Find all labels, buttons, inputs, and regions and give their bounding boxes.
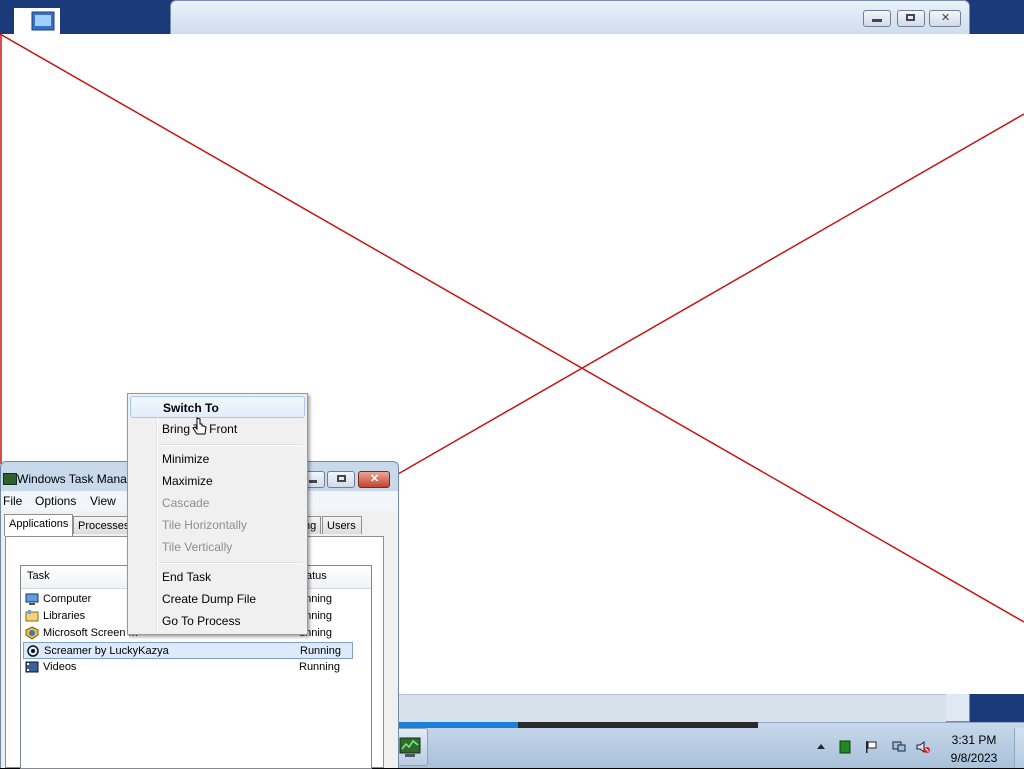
minimize-icon: [872, 19, 882, 22]
close-icon: ✕: [370, 473, 380, 485]
menu-item-bring-to-front[interactable]: Bring To Front: [130, 418, 305, 440]
system-tray: [812, 736, 942, 760]
minimize-icon: [309, 480, 317, 483]
task-name: Computer: [43, 593, 92, 605]
computer-icon: [25, 593, 39, 605]
libraries-icon: [25, 610, 39, 622]
menu-item-label: Minimize: [162, 452, 210, 466]
window-title: Windows Task Mana: [17, 472, 127, 486]
videos-icon: [25, 661, 39, 673]
task-name: Videos: [43, 661, 77, 673]
tab-processes[interactable]: Processes: [73, 516, 131, 534]
menu-item-label: Create Dump File: [162, 592, 257, 606]
menu-item-label: End Task: [162, 570, 212, 584]
column-header-status[interactable]: atus: [306, 570, 327, 582]
tm-close-button[interactable]: ✕: [358, 471, 390, 488]
volume-muted-icon[interactable]: [916, 740, 930, 754]
menu-item-label: Cascade: [162, 496, 210, 510]
diagonal-line-up: [397, 113, 1024, 475]
clock-date[interactable]: 9/8/2023: [944, 751, 1004, 765]
menu-item-switch-to[interactable]: Switch To: [130, 396, 305, 418]
tab-applications[interactable]: Applications: [4, 514, 73, 536]
menu-item-label: Tile Vertically: [162, 540, 233, 554]
menu-item-label: Maximize: [162, 474, 213, 488]
minimize-button[interactable]: [863, 10, 891, 27]
menu-item-label: Tile Horizontally: [162, 518, 247, 532]
restore-icon: [337, 475, 346, 482]
menu-item-cascade: Cascade: [130, 492, 305, 514]
screen-magnifier-icon: [25, 626, 39, 640]
restore-button[interactable]: [897, 10, 925, 27]
tab-users[interactable]: Users: [322, 516, 362, 534]
list-item-selected[interactable]: Screamer by LuckyKazya Running: [23, 642, 353, 659]
menu-item-tile-vertically: Tile Vertically: [130, 536, 305, 558]
taskbar-shadow: [518, 722, 758, 728]
screamer-icon: [27, 645, 39, 657]
show-hidden-icons-icon[interactable]: [814, 740, 828, 754]
menu-view[interactable]: View: [90, 494, 116, 508]
clock-time[interactable]: 3:31 PM: [944, 733, 1004, 747]
menu-separator: [158, 444, 303, 446]
task-name: Screamer by LuckyKazya: [44, 645, 169, 657]
screamer-window-bottom: [398, 694, 946, 722]
close-button[interactable]: ✕: [929, 10, 961, 27]
column-header-task[interactable]: Task: [27, 570, 50, 582]
menu-item-end-task[interactable]: End Task: [130, 566, 305, 588]
tm-restore-button[interactable]: [327, 471, 355, 488]
action-center-flag-icon[interactable]: [864, 740, 878, 754]
menu-options[interactable]: Options: [35, 494, 76, 508]
task-name: Microsoft Screen M: [43, 627, 138, 639]
menu-file[interactable]: File: [3, 494, 22, 508]
menu-item-maximize[interactable]: Maximize: [130, 470, 305, 492]
mouse-pointer-hand-icon: [192, 417, 207, 435]
network-icon[interactable]: [892, 740, 906, 754]
menu-item-tile-horizontally: Tile Horizontally: [130, 514, 305, 536]
menu-item-go-to-process[interactable]: Go To Process: [130, 610, 305, 632]
menu-item-create-dump-file[interactable]: Create Dump File: [130, 588, 305, 610]
task-status: Running: [299, 661, 340, 673]
context-menu: Switch To Bring To Front Minimize Maximi…: [127, 393, 308, 635]
list-item[interactable]: Videos Running: [23, 659, 353, 676]
menu-item-label: Switch To: [163, 401, 219, 415]
screamer-window-titlebar[interactable]: ✕: [171, 1, 969, 35]
close-icon: ✕: [941, 12, 951, 24]
network-activity-icon[interactable]: [838, 740, 852, 754]
menu-separator: [158, 562, 303, 564]
restore-icon: [906, 14, 915, 21]
menu-item-label: Go To Process: [162, 614, 241, 628]
show-desktop-button[interactable]: [1014, 728, 1024, 768]
task-name: Libraries: [43, 610, 86, 622]
computer-desktop-icon[interactable]: [14, 8, 60, 34]
task-status: Running: [300, 645, 341, 657]
task-manager-title-icon: [3, 473, 17, 485]
menu-item-minimize[interactable]: Minimize: [130, 448, 305, 470]
